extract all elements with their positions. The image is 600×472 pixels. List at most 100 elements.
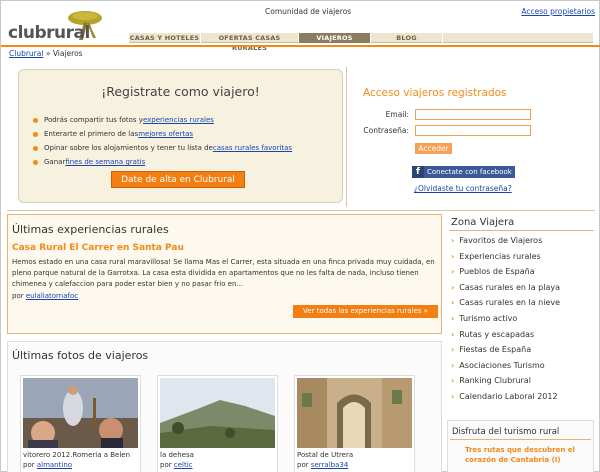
by-prefix: por xyxy=(160,461,174,469)
chevron-right-icon: › xyxy=(451,251,455,261)
chevron-right-icon: › xyxy=(451,360,455,370)
sidebar-item[interactable]: › Casas rurales en la nieve xyxy=(451,295,560,311)
email-field[interactable] xyxy=(415,109,531,120)
disfruta-divider xyxy=(450,439,591,440)
chevron-right-icon: › xyxy=(451,267,455,277)
experience-author: por eulaliatornafoc xyxy=(12,292,78,300)
facebook-icon: f xyxy=(412,166,424,178)
chevron-right-icon: › xyxy=(451,376,455,386)
chevron-right-icon: › xyxy=(451,282,455,292)
sidebar-item[interactable]: › Experiencias rurales xyxy=(451,249,560,265)
sidebar-item-label: Ranking Clubrural xyxy=(459,376,531,386)
chevron-right-icon: › xyxy=(451,391,455,401)
photos-box: Últimas fotos de viajeros vitorero 2012.… xyxy=(7,341,442,472)
logo[interactable]: clubrural xyxy=(8,23,90,43)
sidebar-item[interactable]: › Favoritos de Viajeros xyxy=(451,233,560,249)
see-all-experiences-button[interactable]: Ver todas las experiencias rurales » xyxy=(293,305,438,318)
sidebar-item-label: Fiestas de España xyxy=(459,345,532,355)
benefit-link[interactable]: fines de semana gratis xyxy=(65,155,145,169)
chevron-right-icon: › xyxy=(451,298,455,308)
sidebar-item[interactable]: › Ranking Clubrural xyxy=(451,373,560,389)
zona-viajera-list: › Favoritos de Viajeros › Experiencias rur… xyxy=(451,233,560,405)
breadcrumb-home[interactable]: Clubrural xyxy=(9,49,43,58)
photo-caption: la dehesa xyxy=(160,451,194,459)
sidebar-item-label: Experiencias rurales xyxy=(459,251,541,261)
facebook-connect-button[interactable]: f Conectate con facebook xyxy=(412,166,515,178)
list-item: Podrás compartir tus fotos y experiencia… xyxy=(33,113,292,127)
disfruta-box: Disfruta del turismo rural Tres rutas qu… xyxy=(447,420,594,472)
register-benefits: Podrás compartir tus fotos y experiencia… xyxy=(33,113,292,169)
benefit-link[interactable]: mejores ofertas xyxy=(138,127,193,141)
breadcrumb: Clubrural » Viajeros xyxy=(9,49,83,58)
sidebar-item[interactable]: › Calendario Laboral 2012 xyxy=(451,389,560,405)
login-button[interactable]: Acceder xyxy=(415,143,452,154)
breadcrumb-current: Viajeros xyxy=(52,49,83,58)
sidebar-item[interactable]: › Casas rurales en la playa xyxy=(451,280,560,296)
sidebar-item[interactable]: › Pueblos de España xyxy=(451,264,560,280)
photo-card[interactable]: Postal de Utrera por serralba34 xyxy=(294,375,415,472)
author-link[interactable]: almantino xyxy=(37,461,72,469)
main-nav: CASAS Y HOTELES OFERTAS CASAS RURALES VI… xyxy=(129,33,593,52)
breadcrumb-separator: » xyxy=(45,49,51,58)
experiences-title: Últimas experiencias rurales xyxy=(12,223,169,236)
benefit-link[interactable]: casas rurales favoritas xyxy=(213,141,292,155)
sidebar-item-label: Casas rurales en la playa xyxy=(459,282,561,292)
author-link[interactable]: eulaliatornafoc xyxy=(26,292,78,300)
chevron-right-icon: › xyxy=(451,345,455,355)
disfruta-title: Disfruta del turismo rural xyxy=(452,427,560,437)
photo-thumbnail[interactable] xyxy=(23,378,138,448)
experience-text: Hemos estado en una casa rural maravillo… xyxy=(12,258,435,288)
owner-access-link[interactable]: Acceso propietarios xyxy=(521,7,595,16)
photo-thumbnail[interactable] xyxy=(297,378,412,448)
author-link[interactable]: celtic xyxy=(174,461,193,469)
nav-ofertas[interactable]: OFERTAS CASAS RURALES xyxy=(201,33,299,52)
nav-casas-hoteles[interactable]: CASAS Y HOTELES xyxy=(129,33,201,43)
email-label: Email: xyxy=(385,110,409,119)
by-prefix: por xyxy=(297,461,311,469)
header: clubrural Comunidad de viajeros Acceso p… xyxy=(1,1,600,52)
disfruta-article-link[interactable]: Tres rutas que descubren el corazón de C… xyxy=(465,445,591,465)
nav-blog[interactable]: BLOG xyxy=(371,33,443,43)
chevron-right-icon: › xyxy=(451,329,455,339)
bullet-icon xyxy=(33,159,38,165)
photo-caption: Postal de Utrera xyxy=(297,451,354,459)
sidebar-item[interactable]: › Fiestas de España xyxy=(451,342,560,358)
header-divider xyxy=(1,45,600,47)
sidebar-item-label: Asociaciones Turismo xyxy=(459,360,545,370)
sidebar-item-label: Turismo activo xyxy=(459,313,518,323)
sidebar-item-label: Calendario Laboral 2012 xyxy=(459,391,558,401)
author-link[interactable]: serralba34 xyxy=(311,461,348,469)
chevron-right-icon: › xyxy=(451,313,455,323)
sidebar-item[interactable]: › Rutas y escapadas xyxy=(451,327,560,343)
sidebar-item-label: Rutas y escapadas xyxy=(459,329,535,339)
sidebar-item-label: Casas rurales en la nieve xyxy=(459,298,561,308)
nav-viajeros[interactable]: VIAJEROS xyxy=(299,33,371,43)
photo-author: por serralba34 xyxy=(297,461,348,469)
photo-author: por almantino xyxy=(23,461,72,469)
list-item: Enterarte el primero de las mejores ofer… xyxy=(33,127,292,141)
bullet-icon xyxy=(33,117,38,123)
register-box: ¡Registrate como viajero! Podrás compart… xyxy=(18,69,343,203)
photo-card[interactable]: la dehesa por celtic xyxy=(157,375,278,472)
signup-button[interactable]: Date de alta en Clubrural xyxy=(111,171,245,188)
by-prefix: por xyxy=(23,461,37,469)
zona-viajera-title: Zona Viajera xyxy=(451,217,515,228)
chevron-right-icon: › xyxy=(451,236,455,245)
password-field[interactable] xyxy=(415,125,531,136)
photo-author: por celtic xyxy=(160,461,192,469)
zona-divider xyxy=(449,230,594,231)
photo-thumbnail[interactable] xyxy=(160,378,275,448)
sidebar-item[interactable]: › Turismo activo xyxy=(451,311,560,327)
forgot-password-link[interactable]: ¿Olvidaste tu contraseña? xyxy=(414,184,512,193)
sidebar-item[interactable]: › Asociaciones Turismo xyxy=(451,358,560,374)
benefit-text: Enterarte el primero de las xyxy=(44,130,139,138)
sidebar-item-label: Pueblos de España xyxy=(459,267,535,277)
by-prefix: por xyxy=(12,292,26,300)
photo-card[interactable]: vitorero 2012.Romeria a Belen por almant… xyxy=(20,375,141,472)
experience-title-link[interactable]: Casa Rural El Carrer en Santa Pau xyxy=(12,243,184,253)
column-divider xyxy=(346,67,347,207)
password-label: Contraseña: xyxy=(363,126,409,135)
benefit-text: Ganar xyxy=(44,158,66,166)
benefit-text: Opinar sobre los alojamientos y tener tu… xyxy=(44,144,213,152)
benefit-link[interactable]: experiencias rurales xyxy=(143,113,214,127)
